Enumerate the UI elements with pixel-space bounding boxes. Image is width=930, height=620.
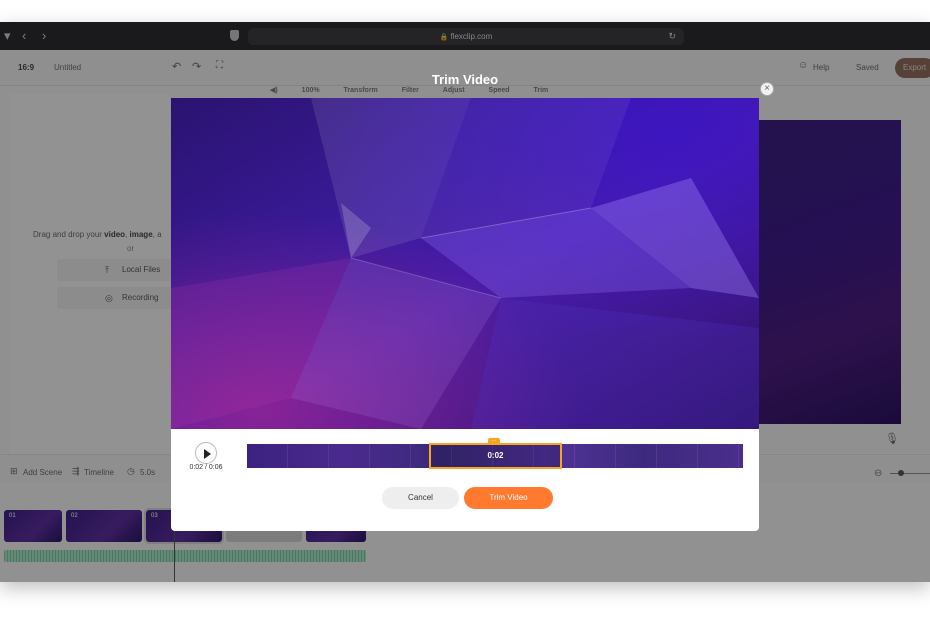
play-button[interactable] (195, 442, 217, 464)
play-icon (204, 449, 211, 459)
film-frame (575, 444, 616, 468)
film-frame (370, 444, 411, 468)
video-preview (171, 98, 759, 429)
film-frame (616, 444, 657, 468)
cancel-button[interactable]: Cancel (382, 487, 459, 509)
film-frame (288, 444, 329, 468)
selection-duration: 0:02 (487, 451, 504, 460)
film-frame (329, 444, 370, 468)
close-icon[interactable]: × (760, 82, 774, 96)
screen: ▾ ‹ › 🔒 flexclip.com ↻ 16:9 Untitled ↶ ↷ … (0, 22, 930, 582)
time-readout: 0:02 / 0:06 (189, 464, 223, 471)
film-frame (657, 444, 698, 468)
trim-panel: 0:02 / 0:06 ··· 0:02 Cancel Trim Video (171, 429, 759, 531)
modal-title: Trim Video (431, 72, 499, 87)
film-frame (698, 444, 739, 468)
film-frame (247, 444, 288, 468)
trim-selection[interactable]: 0:02 (429, 443, 562, 469)
video-frame-art (171, 98, 759, 429)
trim-video-button[interactable]: Trim Video (464, 487, 553, 509)
